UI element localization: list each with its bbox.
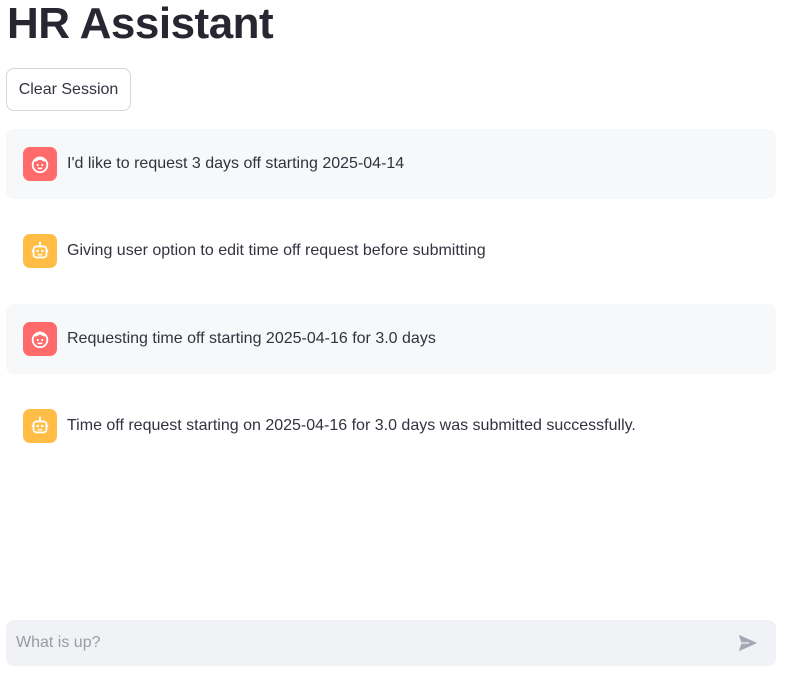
send-icon xyxy=(738,634,758,652)
message-text: Requesting time off starting 2025-04-16 … xyxy=(67,330,436,347)
message-text: Giving user option to edit time off requ… xyxy=(67,242,486,259)
bot-icon xyxy=(31,241,49,259)
chat-input[interactable] xyxy=(6,619,728,667)
send-button[interactable] xyxy=(728,623,768,663)
user-face-icon xyxy=(31,156,49,174)
chat-input-container xyxy=(6,619,776,667)
bot-icon xyxy=(31,416,49,434)
chat-message-user: I'd like to request 3 days off starting … xyxy=(6,129,776,199)
assistant-avatar xyxy=(23,409,57,443)
user-avatar xyxy=(23,322,57,356)
chat-message-assistant: Giving user option to edit time off requ… xyxy=(6,216,776,286)
message-text: I'd like to request 3 days off starting … xyxy=(67,155,405,172)
user-avatar xyxy=(23,147,57,181)
user-face-icon xyxy=(31,331,49,349)
chat-message-user: Requesting time off starting 2025-04-16 … xyxy=(6,304,776,374)
message-text: Time off request starting on 2025-04-16 … xyxy=(67,417,636,434)
clear-session-button[interactable]: Clear Session xyxy=(6,68,131,111)
assistant-avatar xyxy=(23,234,57,268)
chat-message-assistant: Time off request starting on 2025-04-16 … xyxy=(6,391,776,461)
page-title: HR Assistant xyxy=(7,0,274,48)
